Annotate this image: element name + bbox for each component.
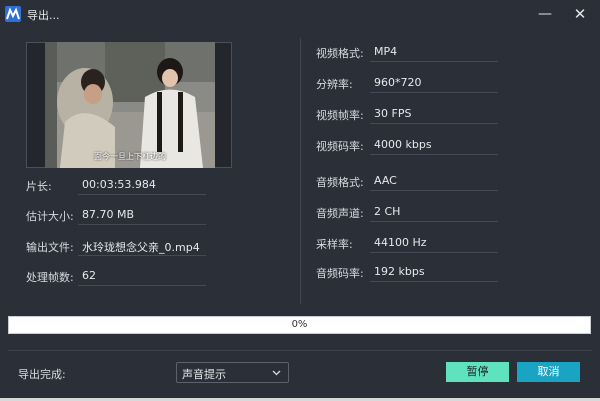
info-underline [78, 285, 206, 286]
audio-channels-label: 音频声道: [316, 207, 364, 220]
window-title: 导出... [27, 9, 60, 22]
audio-bitrate-value: 192 kbps [374, 265, 425, 278]
audio-channels-value: 2 CH [374, 205, 401, 218]
audio-format-label: 音频格式: [316, 176, 364, 189]
info-underline [370, 190, 498, 191]
info-underline [78, 255, 206, 256]
chevron-down-icon [272, 368, 281, 377]
pause-button[interactable]: 暂停 [446, 362, 509, 382]
video-preview: 面今一旦上下杠边的 [26, 42, 232, 168]
on-complete-select[interactable]: 声音提示 [176, 362, 289, 383]
output-file-value: 水玲珑想念父亲_0.mp4 [82, 241, 200, 254]
video-bitrate-value: 4000 kbps [374, 138, 432, 151]
sample-rate-label: 采样率: [316, 238, 353, 251]
processed-frames-value: 62 [82, 269, 96, 282]
info-underline [370, 252, 498, 253]
export-progress-bar: 0% [8, 316, 591, 334]
info-underline [78, 194, 206, 195]
on-complete-select-value: 声音提示 [182, 368, 226, 381]
resolution-label: 分辨率: [316, 78, 353, 91]
estimated-size-value: 87.70 MB [82, 208, 135, 221]
info-underline [78, 224, 206, 225]
info-underline [370, 154, 498, 155]
cancel-button[interactable]: 取消 [517, 362, 580, 382]
processed-frames-label: 处理帧数: [26, 271, 74, 284]
preview-frame: 面今一旦上下杠边的 [45, 42, 215, 168]
resolution-value: 960*720 [374, 76, 422, 89]
info-underline [370, 221, 498, 222]
minimize-button[interactable]: — [534, 4, 556, 24]
preview-subtitle: 面今一旦上下杠边的 [94, 152, 166, 161]
duration-value: 00:03:53.984 [82, 178, 156, 191]
info-underline [370, 281, 498, 282]
info-underline [370, 61, 498, 62]
duration-label: 片长: [26, 180, 52, 193]
app-logo-icon [5, 6, 21, 22]
title-bar: 导出... — ✕ [0, 0, 600, 28]
footer-divider [8, 350, 592, 351]
video-bitrate-label: 视频码率: [316, 140, 364, 153]
audio-bitrate-label: 音频码率: [316, 267, 364, 280]
video-format-label: 视频格式: [316, 47, 364, 60]
output-file-label: 输出文件: [26, 241, 74, 254]
info-underline [370, 92, 498, 93]
sample-rate-value: 44100 Hz [374, 236, 427, 249]
video-format-value: MP4 [374, 45, 398, 58]
close-button[interactable]: ✕ [569, 4, 591, 24]
estimated-size-label: 估计大小: [26, 210, 74, 223]
progress-percent: 0% [291, 319, 308, 330]
video-framerate-label: 视频帧率: [316, 109, 364, 122]
column-divider [300, 38, 301, 304]
on-complete-label: 导出完成: [18, 368, 66, 381]
info-underline [370, 123, 498, 124]
audio-format-value: AAC [374, 174, 397, 187]
video-framerate-value: 30 FPS [374, 107, 412, 120]
